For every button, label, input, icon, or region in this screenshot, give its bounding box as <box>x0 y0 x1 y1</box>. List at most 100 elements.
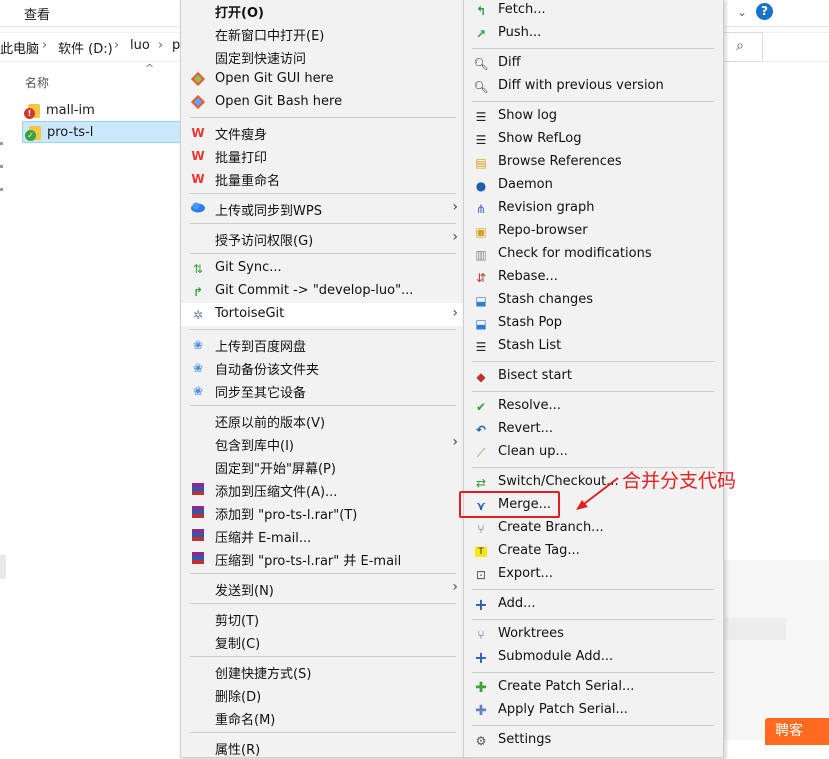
menu-item-diff-previous[interactable]: 🔍︎ Diff with previous version <box>464 75 723 98</box>
menu-item-label: TortoiseGit <box>215 306 285 321</box>
menu-item-open-git-bash[interactable]: Open Git Bash here <box>181 91 464 114</box>
menu-item-create-branch[interactable]: ⑂ Create Branch... <box>464 517 723 540</box>
menu-item-fetch[interactable]: ↰ Fetch... <box>464 0 723 22</box>
menu-item-create-shortcut[interactable]: 创建快捷方式(S) <box>181 660 464 683</box>
menu-item-properties[interactable]: 属性(R) <box>181 736 464 759</box>
menu-item-label: 上传或同步到WPS <box>215 204 322 219</box>
menu-item-show-reflog[interactable]: ☰ Show RefLog <box>464 128 723 151</box>
menu-item-worktrees[interactable]: ⑂ Worktrees <box>464 623 723 646</box>
menu-item-rename[interactable]: 重命名(M) <box>181 706 464 729</box>
fetch-icon: ↰ <box>475 4 487 18</box>
menu-item-create-patch[interactable]: ✚ Create Patch Serial... <box>464 676 723 699</box>
menu-item-clean-up[interactable]: ⟋ Clean up... <box>464 441 723 464</box>
menu-item-submodule-add[interactable]: + Submodule Add... <box>464 646 723 669</box>
nav-pane-expander-icon[interactable] <box>0 165 3 168</box>
menu-item-restore-version[interactable]: 还原以前的版本(V) <box>181 409 464 432</box>
menu-item-label: Stash List <box>498 338 562 353</box>
menu-item-batch-print[interactable]: W 批量打印 <box>181 144 464 167</box>
nav-pane-expander-icon[interactable] <box>0 142 3 145</box>
menu-item-stash-list[interactable]: ☰ Stash List <box>464 335 723 358</box>
menu-item-add-rar[interactable]: 添加到 "pro-ts-l.rar"(T) <box>181 501 464 524</box>
menu-item-tortoisegit[interactable]: ✲ TortoiseGit › <box>181 303 464 326</box>
menu-item-apply-patch[interactable]: ✚ Apply Patch Serial... <box>464 699 723 722</box>
search-box[interactable]: ⌕ <box>722 32 763 62</box>
help-icon[interactable]: ? <box>756 3 773 20</box>
add-icon: + <box>474 648 488 667</box>
ribbon-tab-view[interactable]: 查看 <box>24 4 50 23</box>
menu-item-add-archive[interactable]: 添加到压缩文件(A)... <box>181 478 464 501</box>
diff-icon: 🔍︎ <box>473 57 489 71</box>
chevron-right-icon: › <box>452 579 458 595</box>
menu-item-stash-changes[interactable]: ⬓ Stash changes <box>464 289 723 312</box>
menu-separator <box>472 391 715 392</box>
menu-item-daemon[interactable]: ● Daemon <box>464 174 723 197</box>
menu-item-revision-graph[interactable]: ⋔ Revision graph <box>464 197 723 220</box>
menu-item-grant-access[interactable]: 授予访问权限(G) › <box>181 227 464 250</box>
menu-item-upload-wps[interactable]: 上传或同步到WPS › <box>181 197 464 220</box>
menu-item-cut[interactable]: 剪切(T) <box>181 607 464 630</box>
menu-item-add[interactable]: + Add... <box>464 593 723 616</box>
menu-item-batch-rename[interactable]: W 批量重命名 <box>181 167 464 190</box>
menu-item-git-sync[interactable]: ⇅ Git Sync... <box>181 257 464 280</box>
menu-item-label: 剪切(T) <box>215 614 260 629</box>
menu-item-send-to[interactable]: 发送到(N) › <box>181 577 464 600</box>
menu-item-label: Git Sync... <box>215 260 282 275</box>
nav-pane-expander-icon[interactable] <box>0 188 3 191</box>
breadcrumb-item[interactable]: 软件 (D:) <box>58 38 113 57</box>
baidu-icon: ❀ <box>192 384 204 398</box>
menu-item-stash-pop[interactable]: ⬓ Stash Pop <box>464 312 723 335</box>
menu-item-pin-quick-access[interactable]: 固定到快速访问 <box>181 45 464 68</box>
menu-item-check-modifications[interactable]: ▥ Check for modifications <box>464 243 723 266</box>
nav-pane-scrollbar[interactable] <box>0 555 6 579</box>
menu-item-open-new-window[interactable]: 在新窗口中打开(E) <box>181 22 464 45</box>
corner-button[interactable]: 聘客 <box>765 718 829 745</box>
menu-item-label: Git Commit -> "develop-luo"... <box>215 283 414 298</box>
column-header-name[interactable]: 名称 <box>25 74 49 91</box>
menu-item-push[interactable]: ↗ Push... <box>464 22 723 45</box>
branch-icon: ⑂ <box>477 522 485 536</box>
menu-item-resolve[interactable]: ✔ Resolve... <box>464 395 723 418</box>
menu-item-diff[interactable]: 🔍︎ Diff <box>464 52 723 75</box>
file-item-mall-im[interactable]: ! mall-im <box>22 100 182 122</box>
menu-separator <box>189 573 456 574</box>
menu-item-delete[interactable]: 删除(D) <box>181 683 464 706</box>
breadcrumb-item[interactable]: 此电脑 <box>0 38 39 57</box>
menu-item-baidu-upload[interactable]: ❀ 上传到百度网盘 <box>181 333 464 356</box>
menu-item-baidu-sync[interactable]: ❀ 同步至其它设备 <box>181 379 464 402</box>
menu-item-label: 属性(R) <box>215 743 261 758</box>
chevron-right-icon: › <box>452 305 458 321</box>
chevron-right-icon: › <box>452 229 458 245</box>
menu-item-rebase[interactable]: ⇵ Rebase... <box>464 266 723 289</box>
add-icon: + <box>474 595 488 614</box>
breadcrumb-separator-icon: › <box>158 38 164 53</box>
menu-item-open-git-gui[interactable]: Open Git GUI here <box>181 68 464 91</box>
breadcrumb-item[interactable]: luo <box>130 38 150 53</box>
menu-item-git-commit[interactable]: ↱ Git Commit -> "develop-luo"... <box>181 280 464 303</box>
menu-separator <box>189 117 456 118</box>
menu-item-export[interactable]: ⊡ Export... <box>464 563 723 586</box>
menu-item-compress-email[interactable]: 压缩并 E-mail... <box>181 524 464 547</box>
menu-item-settings[interactable]: ⚙ Settings <box>464 729 723 752</box>
menu-item-show-log[interactable]: ☰ Show log <box>464 105 723 128</box>
menu-item-file-slim[interactable]: W 文件瘦身 <box>181 121 464 144</box>
file-item-pro-ts-l[interactable]: ✓ pro-ts-l <box>22 121 182 143</box>
menu-item-open[interactable]: 打开(O) <box>181 0 464 22</box>
menu-item-baidu-backup[interactable]: ❀ 自动备份该文件夹 <box>181 356 464 379</box>
menu-item-repo-browser[interactable]: ▣ Repo-browser <box>464 220 723 243</box>
check-modifications-icon: ▥ <box>475 248 487 262</box>
menu-item-browse-references[interactable]: ▤ Browse References <box>464 151 723 174</box>
menu-item-create-tag[interactable]: T Create Tag... <box>464 540 723 563</box>
menu-item-label: 同步至其它设备 <box>215 386 307 401</box>
menu-item-compress-rar-email[interactable]: 压缩到 "pro-ts-l.rar" 并 E-mail <box>181 547 464 570</box>
menu-item-bisect-start[interactable]: ◆ Bisect start <box>464 365 723 388</box>
wps-icon: W <box>191 172 205 186</box>
menu-item-include-library[interactable]: 包含到库中(I) › <box>181 432 464 455</box>
menu-item-label: Show log <box>498 108 558 123</box>
tortoisegit-submenu: ↰ Fetch... ↗ Push... 🔍︎ Diff 🔍︎ Diff wit… <box>463 0 724 758</box>
menu-item-pin-start[interactable]: 固定到"开始"屏幕(P) <box>181 455 464 478</box>
menu-item-label: 发送到(N) <box>215 584 274 599</box>
menu-item-copy[interactable]: 复制(C) <box>181 630 464 653</box>
menu-item-label: 创建快捷方式(S) <box>215 667 312 682</box>
chevron-down-icon[interactable]: ⌄ <box>737 5 747 19</box>
menu-item-revert[interactable]: ↶ Revert... <box>464 418 723 441</box>
